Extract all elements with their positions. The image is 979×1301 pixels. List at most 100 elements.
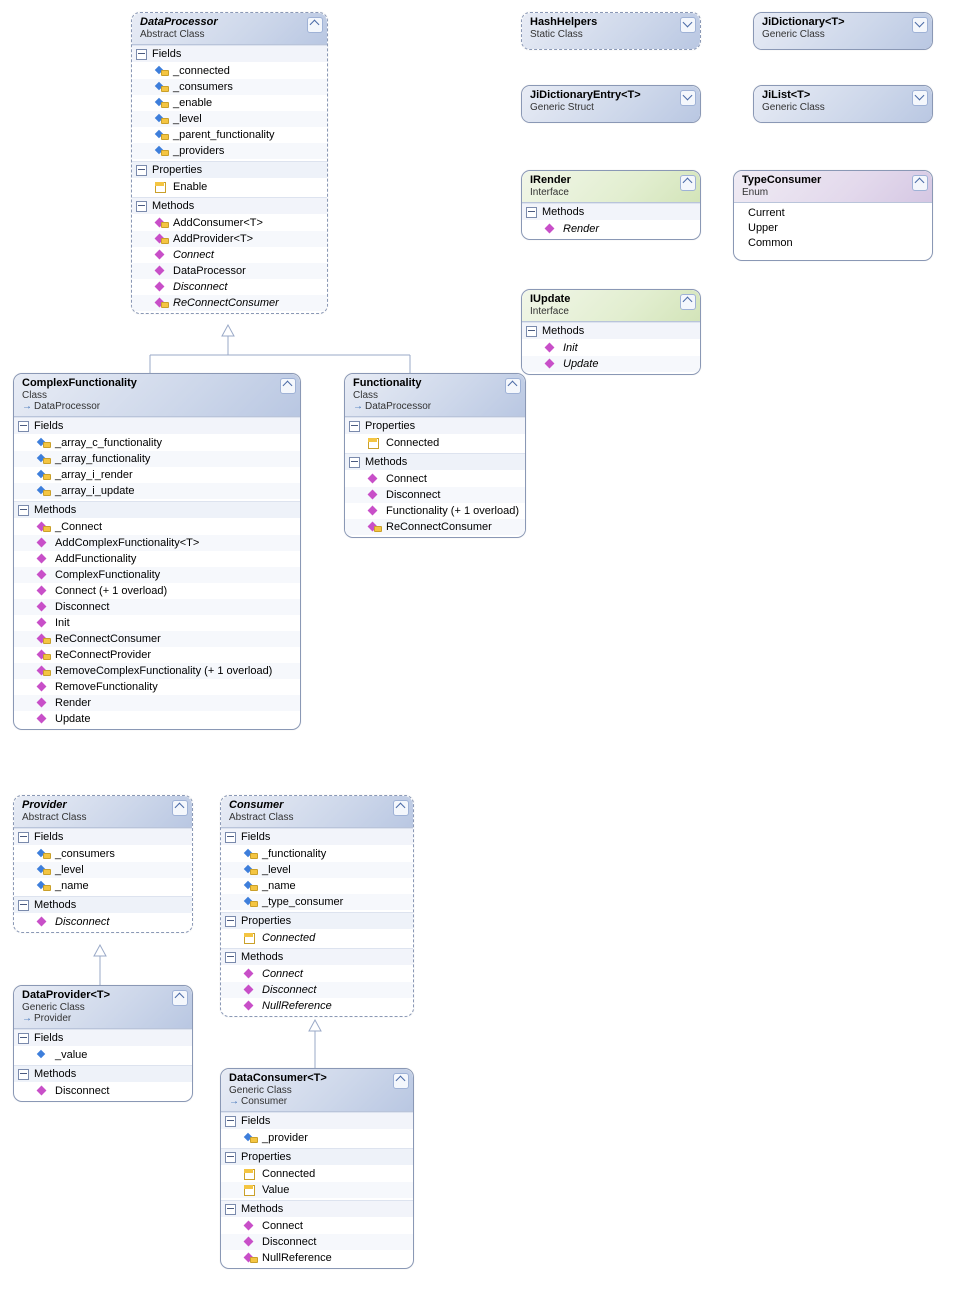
collapse-icon[interactable] bbox=[505, 378, 521, 394]
member-row[interactable]: Update bbox=[14, 711, 300, 727]
class-JiDictionaryEntry[interactable]: JiDictionaryEntry<T> Generic Struct bbox=[521, 85, 701, 123]
class-DataProcessor[interactable]: DataProcessor Abstract Class Fields_conn… bbox=[131, 12, 328, 314]
member-row[interactable]: ComplexFunctionality bbox=[14, 567, 300, 583]
toggle-icon[interactable] bbox=[136, 49, 147, 60]
class-Functionality[interactable]: Functionality Class →DataProcessor Prope… bbox=[344, 373, 526, 538]
collapse-icon[interactable] bbox=[172, 800, 188, 816]
member-row[interactable]: Disconnect bbox=[14, 914, 192, 930]
section-fields[interactable]: Fields bbox=[132, 46, 327, 62]
member-row[interactable]: DataProcessor bbox=[132, 263, 327, 279]
toggle-icon[interactable] bbox=[18, 832, 29, 843]
expand-icon[interactable] bbox=[912, 17, 928, 33]
class-Provider[interactable]: Provider Abstract Class Fields_consumers… bbox=[13, 795, 193, 933]
member-row[interactable]: _providers bbox=[132, 143, 327, 159]
member-row[interactable]: _name bbox=[221, 878, 413, 894]
class-Consumer[interactable]: Consumer Abstract Class Fields_functiona… bbox=[220, 795, 414, 1017]
member-row[interactable]: AddComplexFunctionality<T> bbox=[14, 535, 300, 551]
section-fields[interactable]: Fields bbox=[14, 1030, 192, 1046]
member-row[interactable]: ReConnectConsumer bbox=[132, 295, 327, 311]
toggle-icon[interactable] bbox=[18, 1069, 29, 1080]
collapse-icon[interactable] bbox=[280, 378, 296, 394]
member-row[interactable]: _array_i_render bbox=[14, 467, 300, 483]
member-row[interactable]: _Connect bbox=[14, 519, 300, 535]
section-methods[interactable]: Methods bbox=[132, 198, 327, 214]
section-methods[interactable]: Methods bbox=[221, 1201, 413, 1217]
member-row[interactable]: _parent_functionality bbox=[132, 127, 327, 143]
collapse-icon[interactable] bbox=[393, 800, 409, 816]
collapse-icon[interactable] bbox=[680, 175, 696, 191]
toggle-icon[interactable] bbox=[18, 1033, 29, 1044]
toggle-icon[interactable] bbox=[526, 207, 537, 218]
member-row[interactable]: Connect bbox=[221, 966, 413, 982]
member-row[interactable]: Render bbox=[14, 695, 300, 711]
member-row[interactable]: Connected bbox=[221, 930, 413, 946]
section-properties[interactable]: Properties bbox=[345, 418, 525, 434]
member-row[interactable]: _consumers bbox=[14, 846, 192, 862]
member-row[interactable]: _value bbox=[14, 1047, 192, 1063]
collapse-icon[interactable] bbox=[680, 294, 696, 310]
member-row[interactable]: RemoveComplexFunctionality (+ 1 overload… bbox=[14, 663, 300, 679]
member-row[interactable]: NullReference bbox=[221, 998, 413, 1014]
toggle-icon[interactable] bbox=[18, 505, 29, 516]
member-row[interactable]: _consumers bbox=[132, 79, 327, 95]
member-row[interactable]: ReConnectProvider bbox=[14, 647, 300, 663]
member-row[interactable]: _array_i_update bbox=[14, 483, 300, 499]
toggle-icon[interactable] bbox=[136, 165, 147, 176]
collapse-icon[interactable] bbox=[172, 990, 188, 1006]
interface-IRender[interactable]: IRender Interface MethodsRender bbox=[521, 170, 701, 240]
member-row[interactable]: Init bbox=[14, 615, 300, 631]
member-row[interactable]: Disconnect bbox=[221, 1234, 413, 1250]
member-row[interactable]: AddFunctionality bbox=[14, 551, 300, 567]
member-row[interactable]: Connected bbox=[221, 1166, 413, 1182]
class-DataConsumer[interactable]: DataConsumer<T> Generic Class →Consumer … bbox=[220, 1068, 414, 1269]
section-properties[interactable]: Properties bbox=[132, 162, 327, 178]
section-fields[interactable]: Fields bbox=[14, 829, 192, 845]
class-HashHelpers[interactable]: HashHelpers Static Class bbox=[521, 12, 701, 50]
collapse-icon[interactable] bbox=[307, 17, 323, 33]
section-methods[interactable]: Methods bbox=[14, 897, 192, 913]
member-row[interactable]: Connect bbox=[221, 1218, 413, 1234]
toggle-icon[interactable] bbox=[225, 952, 236, 963]
member-row[interactable]: _name bbox=[14, 878, 192, 894]
expand-icon[interactable] bbox=[680, 17, 696, 33]
section-fields[interactable]: Fields bbox=[221, 1113, 413, 1129]
member-row[interactable]: Connect (+ 1 overload) bbox=[14, 583, 300, 599]
member-row[interactable]: _array_c_functionality bbox=[14, 435, 300, 451]
member-row[interactable]: _enable bbox=[132, 95, 327, 111]
member-row[interactable]: Connect bbox=[132, 247, 327, 263]
section-properties[interactable]: Properties bbox=[221, 913, 413, 929]
toggle-icon[interactable] bbox=[18, 421, 29, 432]
member-row[interactable]: Value bbox=[221, 1182, 413, 1198]
section-methods[interactable]: Methods bbox=[221, 949, 413, 965]
member-row[interactable]: Render bbox=[522, 221, 700, 237]
enum-TypeConsumer[interactable]: TypeConsumer Enum CurrentUpperCommon bbox=[733, 170, 933, 261]
member-row[interactable]: ReConnectConsumer bbox=[345, 519, 525, 535]
member-row[interactable]: Functionality (+ 1 overload) bbox=[345, 503, 525, 519]
section-methods[interactable]: Methods bbox=[14, 1066, 192, 1082]
member-row[interactable]: _level bbox=[132, 111, 327, 127]
toggle-icon[interactable] bbox=[349, 421, 360, 432]
class-DataProvider[interactable]: DataProvider<T> Generic Class →Provider … bbox=[13, 985, 193, 1102]
class-ComplexFunctionality[interactable]: ComplexFunctionality Class →DataProcesso… bbox=[13, 373, 301, 730]
member-row[interactable]: NullReference bbox=[221, 1250, 413, 1266]
toggle-icon[interactable] bbox=[349, 457, 360, 468]
member-row[interactable]: _provider bbox=[221, 1130, 413, 1146]
section-fields[interactable]: Fields bbox=[221, 829, 413, 845]
member-row[interactable]: Disconnect bbox=[14, 1083, 192, 1099]
toggle-icon[interactable] bbox=[225, 916, 236, 927]
class-JiList[interactable]: JiList<T> Generic Class bbox=[753, 85, 933, 123]
member-row[interactable]: _level bbox=[221, 862, 413, 878]
toggle-icon[interactable] bbox=[225, 1116, 236, 1127]
member-row[interactable]: Disconnect bbox=[221, 982, 413, 998]
toggle-icon[interactable] bbox=[225, 1204, 236, 1215]
member-row[interactable]: Disconnect bbox=[14, 599, 300, 615]
section-fields[interactable]: Fields bbox=[14, 418, 300, 434]
toggle-icon[interactable] bbox=[18, 900, 29, 911]
member-row[interactable]: _functionality bbox=[221, 846, 413, 862]
member-row[interactable]: Update bbox=[522, 356, 700, 372]
member-row[interactable]: AddProvider<T> bbox=[132, 231, 327, 247]
expand-icon[interactable] bbox=[912, 90, 928, 106]
member-row[interactable]: Connect bbox=[345, 471, 525, 487]
member-row[interactable]: RemoveFunctionality bbox=[14, 679, 300, 695]
member-row[interactable]: AddConsumer<T> bbox=[132, 215, 327, 231]
